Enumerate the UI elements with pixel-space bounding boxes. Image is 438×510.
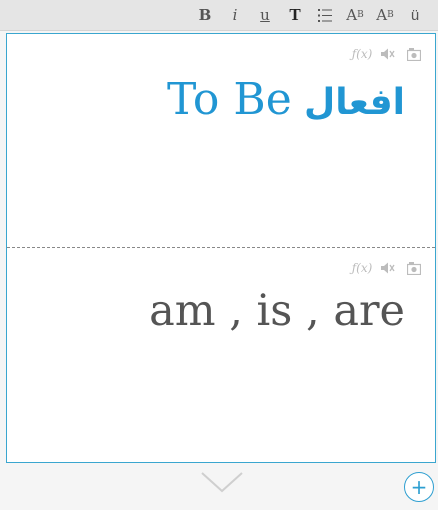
front-image-button[interactable] (401, 43, 427, 65)
card-back[interactable]: ƒ(x) am , is , are (7, 248, 435, 463)
superscript-mark: B (357, 10, 364, 20)
back-side-tools: ƒ(x) (349, 257, 427, 279)
front-text: To Be افعال (167, 74, 405, 125)
camera-icon (407, 261, 421, 275)
back-formula-button[interactable]: ƒ(x) (349, 257, 375, 279)
front-text-arabic: افعال (304, 82, 405, 123)
subscript-mark: B (387, 10, 394, 20)
list-button[interactable] (310, 0, 340, 31)
mute-speaker-icon (381, 48, 395, 60)
special-characters-button[interactable]: ü (400, 0, 430, 31)
back-image-button[interactable] (401, 257, 427, 279)
flashcard: ƒ(x) To Be افعال ƒ(x) am , is , are (6, 33, 436, 463)
front-side-tools: ƒ(x) (349, 43, 427, 65)
bold-button[interactable]: B (190, 0, 220, 31)
front-text-english: To Be (166, 74, 292, 125)
front-formula-button[interactable]: ƒ(x) (349, 43, 375, 65)
formatting-toolbar: B i u T AB AB ü (0, 0, 438, 31)
back-text: am , is , are (149, 286, 405, 336)
add-card-button[interactable]: + (404, 472, 434, 502)
subscript-base: A (376, 6, 388, 24)
expand-button[interactable] (200, 470, 244, 494)
back-audio-button[interactable] (375, 257, 401, 279)
camera-icon (407, 47, 421, 61)
superscript-button[interactable]: AB (340, 0, 370, 31)
list-icon (318, 8, 332, 22)
underline-button[interactable]: u (250, 0, 280, 31)
italic-button[interactable]: i (220, 0, 250, 31)
chevron-down-icon (201, 472, 243, 493)
text-style-button[interactable]: T (280, 0, 310, 31)
front-audio-button[interactable] (375, 43, 401, 65)
card-front[interactable]: ƒ(x) To Be افعال (7, 34, 435, 248)
superscript-base: A (346, 6, 358, 24)
mute-speaker-icon (381, 262, 395, 274)
subscript-button[interactable]: AB (370, 0, 400, 31)
